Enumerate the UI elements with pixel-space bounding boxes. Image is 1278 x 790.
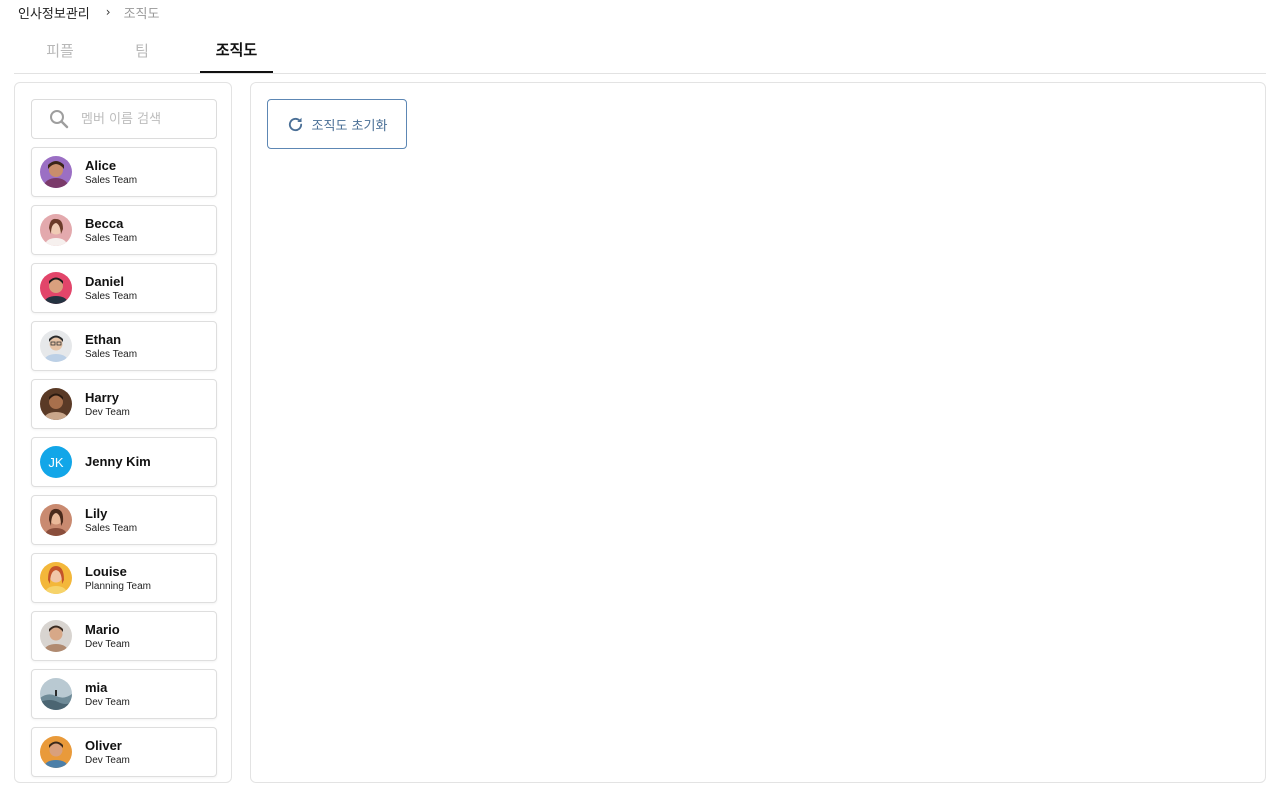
search-box[interactable] (31, 99, 217, 139)
member-card-mario[interactable]: Mario Dev Team (31, 611, 217, 661)
member-team: Sales Team (85, 233, 138, 244)
member-name: Lily (85, 506, 108, 521)
member-team: Sales Team (85, 291, 138, 302)
member-card-louise[interactable]: Louise Planning Team (31, 553, 217, 603)
search-icon (50, 110, 69, 129)
member-team: Dev Team (85, 755, 130, 766)
refresh-icon (288, 117, 302, 131)
avatar (40, 388, 72, 420)
member-list: Alice Sales Team Becca Sales Team Daniel… (31, 147, 217, 782)
member-card-ethan[interactable]: Ethan Sales Team (31, 321, 217, 371)
tab-people[interactable]: 피플 (28, 28, 92, 72)
member-card-jenny-kim[interactable]: JK Jenny Kim (31, 437, 217, 487)
member-name: Jenny Kim (85, 454, 151, 469)
avatar (40, 156, 72, 188)
member-team: Dev Team (85, 697, 130, 708)
avatar (40, 620, 72, 652)
tab-org-chart[interactable]: 조직도 (200, 28, 273, 73)
avatar (40, 562, 72, 594)
avatar (40, 272, 72, 304)
avatar-initials: JK (40, 446, 72, 478)
breadcrumb: 인사정보관리 › 조직도 (18, 3, 160, 22)
member-card-mia[interactable]: mia Dev Team (31, 669, 217, 719)
member-team: Sales Team (85, 349, 138, 360)
member-team: Dev Team (85, 407, 130, 418)
member-sidebar: Alice Sales Team Becca Sales Team Daniel… (14, 82, 232, 783)
member-name: Harry (85, 390, 119, 405)
member-name: Mario (85, 622, 120, 637)
member-team: Planning Team (85, 581, 151, 592)
avatar (40, 504, 72, 536)
member-card-daniel[interactable]: Daniel Sales Team (31, 263, 217, 313)
member-name: Daniel (85, 274, 125, 289)
member-card-becca[interactable]: Becca Sales Team (31, 205, 217, 255)
member-team: Dev Team (85, 639, 130, 650)
member-team: Sales Team (85, 523, 138, 534)
reset-org-chart-button[interactable]: 조직도 초기화 (267, 99, 407, 149)
avatar (40, 330, 72, 362)
member-team: Sales Team (85, 175, 138, 186)
member-name: Oliver (85, 738, 122, 753)
avatar (40, 678, 72, 710)
member-name: Louise (85, 564, 127, 579)
org-chart-canvas[interactable]: 조직도 초기화 (250, 82, 1266, 783)
member-card-lily[interactable]: Lily Sales Team (31, 495, 217, 545)
member-card-alice[interactable]: Alice Sales Team (31, 147, 217, 197)
member-name: Ethan (85, 332, 122, 347)
member-name: Alice (85, 158, 117, 173)
member-name: mia (85, 680, 108, 695)
reset-button-label: 조직도 초기화 (311, 118, 388, 134)
search-input[interactable] (79, 110, 203, 128)
member-card-harry[interactable]: Harry Dev Team (31, 379, 217, 429)
avatar (40, 214, 72, 246)
avatar (40, 736, 72, 768)
tab-team[interactable]: 팀 (110, 28, 174, 72)
member-name: Becca (85, 216, 124, 231)
breadcrumb-current: 조직도 (123, 6, 160, 22)
breadcrumb-root[interactable]: 인사정보관리 (18, 3, 90, 22)
member-card-oliver[interactable]: Oliver Dev Team (31, 727, 217, 777)
breadcrumb-separator-icon: › (105, 5, 111, 19)
tab-bar: 피플 팀 조직도 (14, 28, 1266, 74)
